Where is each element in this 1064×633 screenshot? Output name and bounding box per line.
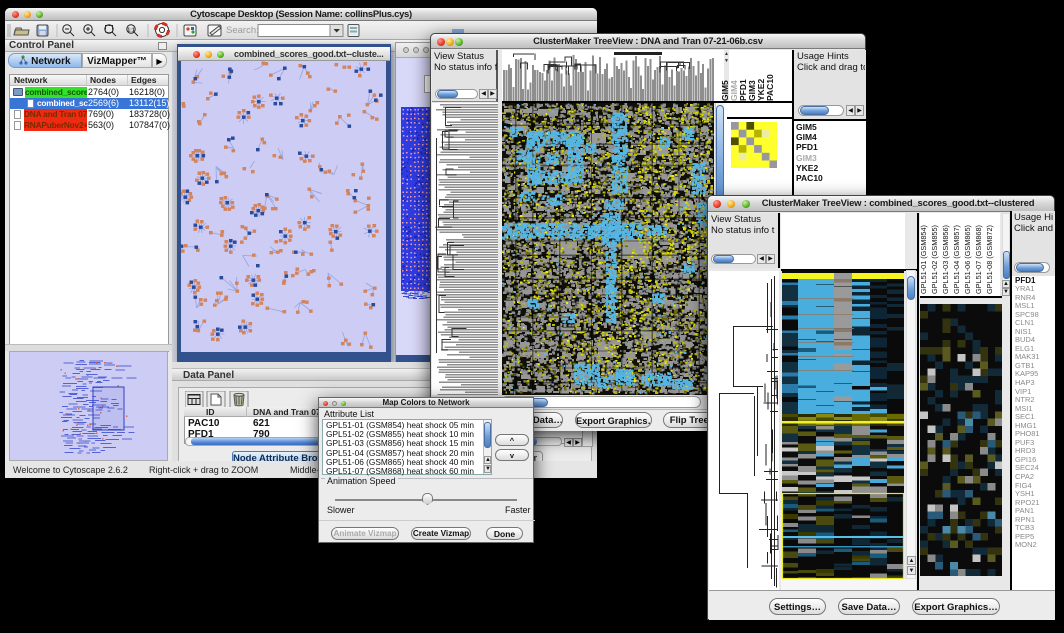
svg-text:1:1: 1:1 — [127, 28, 134, 34]
svg-text:Search:: Search: — [226, 25, 259, 36]
